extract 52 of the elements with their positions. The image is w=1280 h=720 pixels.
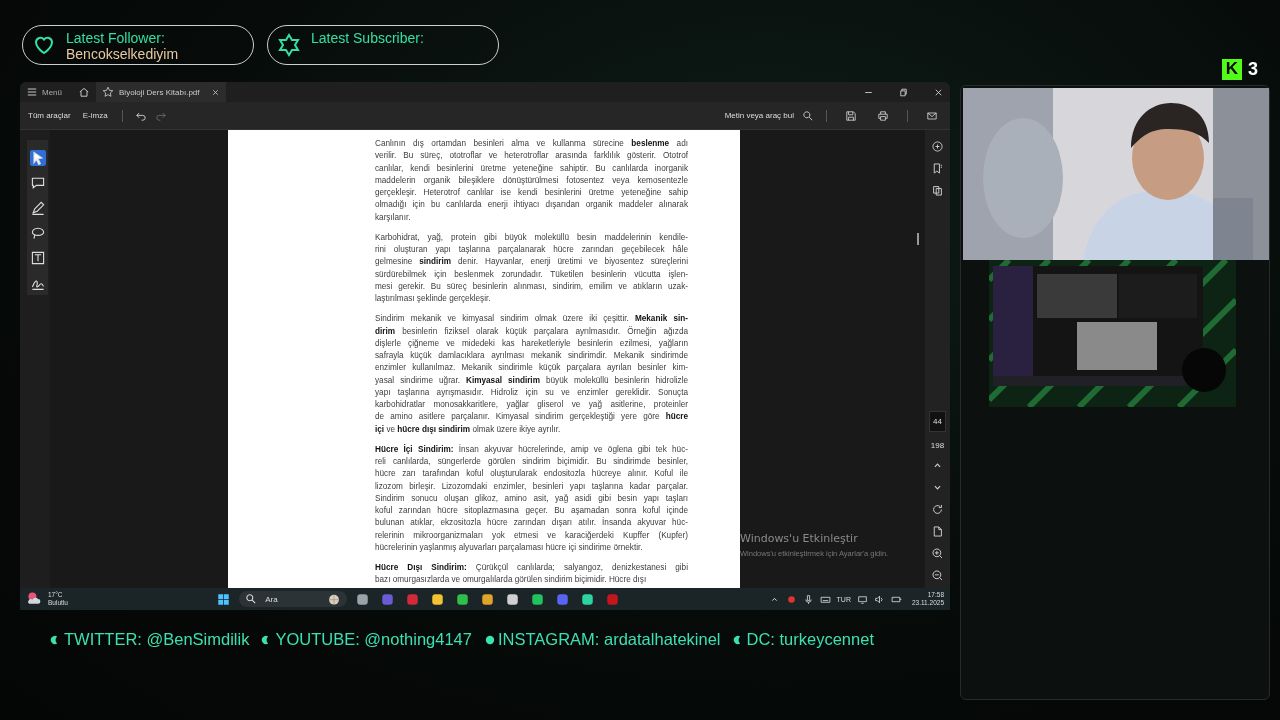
windows-icon[interactable] — [216, 591, 232, 607]
paragraph: Canlının dış ortamdan besinleri alma ve kullanma sürecine beslenme adı verilir. Bu süreç, ototroflar ve heterotroflar arasında farklılık gösterir. Ototrof canlılar, kendi besinlerini üretme yeteneğine sahiptir. Bu canlılarda inorganik maddelerin organik bileşiklere dönüştürülmesi fotosentez veya kemosentezle gerçekleşir. Heterotrof canlılar ise kendi besinlerini üretme yeteneğine sahip olmadığı için bu canlılarda enerji ihtiyacı dışarıdan organik maddeler alınarak karşılanır. — [375, 138, 688, 224]
save-icon[interactable] — [845, 109, 857, 122]
document-tab[interactable]: Biyoloji Ders Kitabı.pdf — [96, 82, 226, 102]
document-icon[interactable] — [931, 525, 944, 538]
paragraph: Hücre Dışı Sindirim: Çürükçül canlılarda; salyangoz, denizkestanesi gibi bazı omurgasızlarda ve omurgalılarda görülen sindirim biçimidir. Hücre dışı — [375, 562, 688, 587]
paragraph: Hücre İçi Sindirim: İnsan akyuvar hücrelerinde, amip ve öglena gibi tek hüc- reli canlılarda, süngerlerde görülen sindirim biçimidir. Bu sindirimde besinler, hücre zarı tarafından koful oluşturularak endositozla hücreye alınır. Koful ile lizozom birleşir. Lizozomdaki enzimler, besinleri yapı taşlarına kadar parçalar. Sindirim sonucu oluşan glikoz, amino asit, yağ asidi gibi besin yapı taşları koful zarından hücre sitoplazmasına geçer. Bu aşamadan sonra koful içinde bulunan atıklar, ekzositozla hücre zarından dışarı atılır. İnsanda akyuvar hüc- relerinin mikroorganizmaları yok etmesi ve karaciğerdeki Kupffer (Kupfer) hücrelerinin yaşlanmış alyuvarları parçalaması hücre içi sindirime örnektir. — [375, 443, 688, 554]
menu-button[interactable]: Menü — [26, 86, 62, 98]
follower-count: 3 — [1248, 58, 1258, 80]
paragraph: Sindirim mekanik ve kimyasal sindirim olmak üzere iki çeşittir. Mekanik sin- dirim besinlerin fiziksel olarak küçük parçalara ayrılmasıdır. Örneğin ağızda dişlerle çiğneme ve midedeki kas hareketleriyle besinlerin ezilmesi, yağların safrayla küçük damlacıklara ayrılması mekanik sindirimdir. Mekanik sindirimde enzimler kullanılmaz. Mekanik sindirimle küçük parçalara ayrılan besinler kim- yasal sindirime uğrar. Kimyasal sindirim büyük moleküllü besinlerin hidrolizle yapı taşlarına ayrışmasıdır. Hidroliz için su ve enzimler gereklidir. Sonuçta karbohidratlar monosakkaritlere, yağlar gliserol ve yağ asitlerine, proteinler de amino asitlere parçalanır. Kimyasal sindirim gerçekleştiği yere göre hücre içi ve hücre dışı sindirim olmak üzere ikiye ayrılır. — [375, 313, 688, 436]
cursor-icon[interactable] — [29, 150, 46, 166]
microphone-icon[interactable] — [802, 593, 814, 605]
search-field[interactable]: Ara — [239, 591, 348, 607]
speaker-icon[interactable] — [873, 593, 885, 605]
social-handle: DC: turkeycennet — [746, 630, 874, 649]
badge-label: Latest Follower: — [66, 30, 166, 46]
find-button[interactable]: Metin veya araç bul — [724, 111, 794, 120]
home-icon[interactable] — [78, 86, 90, 98]
page-number-field[interactable]: 44 — [929, 411, 946, 432]
tray-app-icon[interactable] — [785, 593, 797, 605]
social-handle: INSTAGRAM: ardatalhatekinel — [497, 630, 721, 649]
social-handle: YOUTUBE: @nothing4147 — [275, 630, 472, 649]
toolbar-button[interactable]: Tüm araçlar — [26, 111, 73, 120]
pages-icon[interactable] — [931, 184, 944, 197]
kick-logo: K — [1222, 58, 1242, 80]
page-count: 198 — [930, 441, 945, 450]
social-handle: TWITTER: @BenSimdilik — [64, 630, 250, 649]
text-tool-icon[interactable] — [29, 250, 46, 266]
close-tab-icon[interactable] — [210, 87, 220, 97]
follower-name: Bencokselkediyim — [66, 46, 179, 63]
search-icon[interactable] — [802, 109, 814, 122]
menu-label: Menü — [42, 87, 62, 97]
refresh-icon[interactable] — [931, 503, 944, 516]
star-icon — [102, 86, 114, 98]
search-placeholder: Ara — [265, 594, 278, 604]
comment-icon[interactable] — [29, 175, 46, 191]
paragraph: Karbohidrat, yağ, protein gibi büyük moleküllü besin maddelerinin kendile- rini oluşturan yapı taşlarına parçalanarak hücre zarından geçebilecek hâle gelmesine sindirim denir. Hayvanlar, enerji üretimi ve biyosentez süreçlerini sürdürebilmek için beslenmek zorundadır. Tüketilen besinlerin vücutta işlen- mesi gerekir. Bu süreç besinlerin alınması, sindirim, emilim ve atıkların uzak- laştırılması şeklinde gerçekleşir. — [375, 231, 688, 305]
badge-label: Latest Subscriber: — [311, 30, 424, 46]
search-icon — [245, 593, 258, 605]
restore-icon[interactable] — [898, 86, 909, 98]
lasso-icon[interactable] — [29, 225, 46, 241]
activation-title: Windows'u Etkinleştir — [740, 532, 859, 545]
star-icon — [277, 33, 301, 57]
mail-icon[interactable] — [926, 109, 938, 122]
zoom-out-icon[interactable] — [931, 569, 944, 582]
toolbar-button[interactable]: E-imza — [80, 111, 110, 120]
weather-icon[interactable] — [26, 591, 42, 607]
app-icon[interactable] — [580, 591, 596, 607]
bookmark-icon[interactable] — [931, 162, 944, 175]
print-icon[interactable] — [877, 109, 889, 122]
zoom-in-icon[interactable] — [931, 547, 944, 560]
menu-icon — [26, 86, 38, 98]
